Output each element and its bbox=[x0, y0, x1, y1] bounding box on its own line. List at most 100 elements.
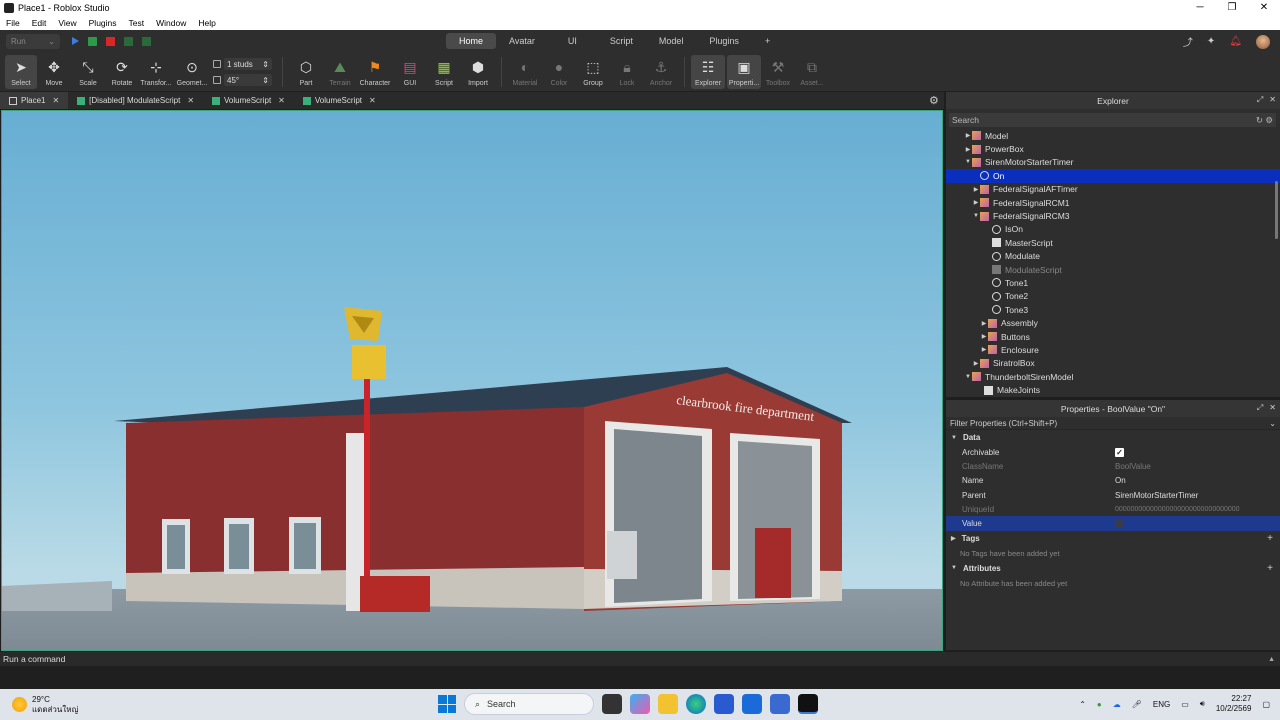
explorer-search-input[interactable]: Search ↻ ⚙︎ bbox=[949, 113, 1276, 127]
value-checkbox[interactable] bbox=[1115, 519, 1124, 529]
menu-window[interactable]: Window bbox=[150, 18, 192, 28]
tab-home[interactable]: Home bbox=[446, 33, 497, 49]
toolbox-toggle[interactable]: ⚒ Toolbox bbox=[761, 52, 795, 88]
app-tray-icon[interactable]: ● bbox=[1097, 700, 1102, 709]
history-icon[interactable]: ↻ ⚙︎ bbox=[1256, 115, 1273, 126]
chevron-down-icon[interactable]: ▼ bbox=[972, 213, 980, 219]
part-tool[interactable]: ⬡ Part bbox=[289, 52, 323, 88]
play-icon[interactable] bbox=[72, 37, 79, 45]
volume-icon[interactable]: 🔊︎ bbox=[1200, 699, 1205, 709]
tree-item-modulatescript[interactable]: ModulateScript bbox=[946, 263, 1280, 276]
server-icon[interactable] bbox=[124, 36, 133, 46]
task-view-icon[interactable] bbox=[602, 694, 622, 714]
group-tool[interactable]: ⬚ Group bbox=[576, 52, 610, 88]
rotate-snap-checkbox[interactable] bbox=[213, 76, 221, 84]
tree-item-powerbox[interactable]: ▶ PowerBox bbox=[946, 142, 1280, 155]
import-tool[interactable]: ⬢ Import bbox=[461, 52, 495, 88]
cloud-icon[interactable]: ☁ bbox=[1113, 700, 1121, 709]
add-attribute-icon[interactable]: + bbox=[1267, 563, 1273, 574]
chevron-up-icon[interactable]: ▲ bbox=[1268, 656, 1275, 663]
menu-edit[interactable]: Edit bbox=[26, 18, 53, 28]
taskbar-search[interactable]: ⌕ Search bbox=[464, 693, 594, 715]
chevron-down-icon[interactable]: ▼ bbox=[964, 159, 972, 165]
popout-icon[interactable]: ⤢ bbox=[1257, 403, 1263, 413]
minimize-icon[interactable]: ─ bbox=[1184, 0, 1216, 15]
close-icon[interactable]: ✕ bbox=[1248, 0, 1280, 15]
anchor-tool[interactable]: ⚓︎ Anchor bbox=[644, 52, 678, 88]
tree-item-federalsignalaftimer[interactable]: ▶ FederalSignalAFTimer bbox=[946, 183, 1280, 196]
collaborate-icon[interactable]: ✦ bbox=[1207, 36, 1215, 47]
properties-toggle[interactable]: ▣ Properti... bbox=[727, 55, 761, 89]
close-icon[interactable]: ✕ bbox=[1269, 95, 1276, 105]
transform-tool[interactable]: ⊹ Transfor... bbox=[139, 52, 173, 88]
chevron-right-icon[interactable]: ▶ bbox=[972, 360, 980, 367]
play-here-icon[interactable] bbox=[88, 36, 97, 46]
tree-item-tone3[interactable]: Tone3 bbox=[946, 303, 1280, 316]
chevron-right-icon[interactable]: ▶ bbox=[980, 320, 988, 327]
3d-viewport[interactable]: clearbrook fire department bbox=[1, 110, 943, 651]
name-value-field[interactable]: On bbox=[1115, 476, 1280, 485]
command-bar[interactable]: Run a command ▲ bbox=[0, 652, 1280, 666]
terrain-tool[interactable]: ⛰ Terrain bbox=[323, 52, 357, 88]
rotate-tool[interactable]: ⟳ Rotate bbox=[105, 52, 139, 88]
windows-start-icon[interactable] bbox=[438, 695, 456, 713]
file-explorer-icon[interactable] bbox=[658, 694, 678, 714]
stop-icon[interactable] bbox=[106, 36, 115, 46]
gear-icon[interactable]: ⚙ bbox=[929, 94, 939, 107]
tree-item-model[interactable]: ▶ Model bbox=[946, 129, 1280, 142]
tree-item-tone1[interactable]: Tone1 bbox=[946, 276, 1280, 289]
move-snap-checkbox[interactable] bbox=[213, 60, 221, 68]
tree-item-assembly[interactable]: ▶ Assembly bbox=[946, 316, 1280, 329]
parent-value-field[interactable]: SirenMotorStarterTimer bbox=[1115, 491, 1280, 500]
chevron-right-icon[interactable]: ▶ bbox=[964, 132, 972, 139]
roblox-player-icon[interactable] bbox=[770, 694, 790, 714]
close-icon[interactable]: ✕ bbox=[187, 96, 194, 105]
roblox-studio-icon[interactable] bbox=[798, 694, 818, 714]
scale-tool[interactable]: ⤡ Scale bbox=[71, 52, 105, 88]
lock-tool[interactable]: 🔒︎ Lock bbox=[610, 52, 644, 88]
run-mode-dropdown[interactable]: Run ⌄ bbox=[6, 33, 60, 49]
close-icon[interactable]: ✕ bbox=[369, 96, 376, 105]
tab-model[interactable]: Model bbox=[646, 33, 697, 49]
tree-item-siratrolbox[interactable]: ▶ SiratrolBox bbox=[946, 357, 1280, 370]
doc-tab-volumescript-1[interactable]: VolumeScript ✕ bbox=[203, 92, 294, 109]
section-data[interactable]: ▼ Data bbox=[946, 430, 1280, 445]
doc-tab-volumescript-2[interactable]: VolumeScript ✕ bbox=[294, 92, 385, 109]
tree-item-buttons[interactable]: ▶ Buttons bbox=[946, 330, 1280, 343]
share-icon[interactable]: ⤴ bbox=[1183, 34, 1193, 49]
chevron-right-icon[interactable]: ▶ bbox=[980, 346, 988, 353]
microphone-icon[interactable]: 🎤︎ bbox=[1132, 700, 1142, 709]
tree-item-thunderboltsirenmodel[interactable]: ▼ ThunderboltSirenModel bbox=[946, 370, 1280, 383]
geometry-tool[interactable]: ⊙ Geomet... bbox=[173, 52, 211, 88]
explorer-toggle[interactable]: ☷ Explorer bbox=[691, 55, 725, 89]
character-tool[interactable]: ⚑ Character bbox=[357, 52, 393, 88]
gui-tool[interactable]: ▤ GUI bbox=[393, 52, 427, 88]
menu-view[interactable]: View bbox=[52, 18, 82, 28]
script-tool[interactable]: ▦ Script bbox=[427, 52, 461, 88]
roblox-icon[interactable] bbox=[742, 694, 762, 714]
close-icon[interactable]: ✕ bbox=[52, 96, 59, 105]
popout-icon[interactable]: ⤢ bbox=[1257, 95, 1263, 105]
chevron-up-icon[interactable]: ⌃ bbox=[1079, 700, 1086, 709]
notification-bell-icon[interactable]: 🔔︎ bbox=[1229, 36, 1242, 47]
tree-item-federalsignalrcm3[interactable]: ▼ FederalSignalRCM3 bbox=[946, 209, 1280, 222]
archivable-checkbox[interactable]: ✓ bbox=[1115, 447, 1124, 457]
tab-ui[interactable]: UI bbox=[548, 33, 597, 49]
menu-plugins[interactable]: Plugins bbox=[83, 18, 123, 28]
network-icon[interactable]: ▭ bbox=[1181, 700, 1189, 709]
tree-item-tone2[interactable]: Tone2 bbox=[946, 290, 1280, 303]
tree-item-federalsignalrcm1[interactable]: ▶ FederalSignalRCM1 bbox=[946, 196, 1280, 209]
close-icon[interactable]: ✕ bbox=[1269, 403, 1276, 413]
copilot-icon[interactable] bbox=[630, 694, 650, 714]
client-icon[interactable] bbox=[142, 36, 151, 46]
tab-plugins[interactable]: Plugins bbox=[696, 33, 752, 49]
move-tool[interactable]: ✥ Move bbox=[37, 52, 71, 88]
tree-item-makejoints[interactable]: MakeJoints bbox=[946, 383, 1280, 396]
add-tag-icon[interactable]: + bbox=[1267, 533, 1273, 544]
tree-item-enclosure[interactable]: ▶ Enclosure bbox=[946, 343, 1280, 356]
chevron-right-icon[interactable]: ▶ bbox=[972, 199, 980, 206]
explorer-scrollbar[interactable] bbox=[1275, 181, 1278, 239]
rotate-snap-field[interactable]: 45° ⇕ bbox=[224, 74, 272, 86]
store-icon[interactable] bbox=[714, 694, 734, 714]
avatar[interactable] bbox=[1256, 34, 1270, 49]
